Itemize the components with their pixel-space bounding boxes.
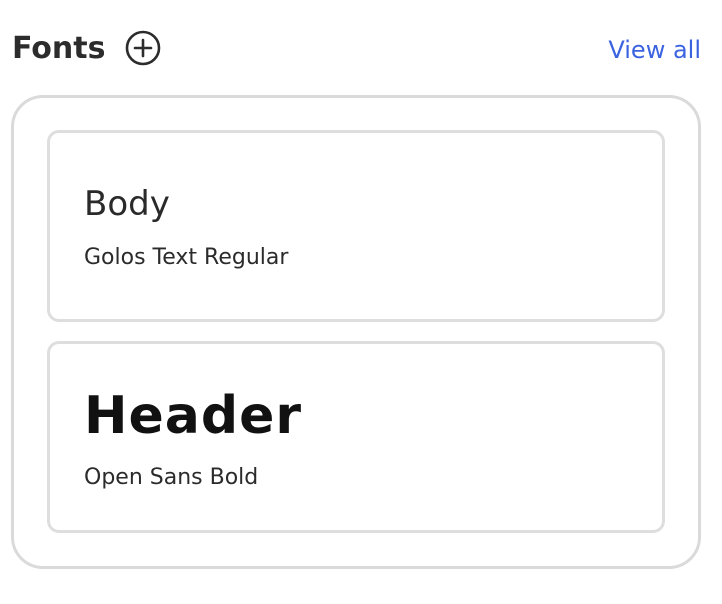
font-card-header[interactable]: Header Open Sans Bold	[47, 341, 665, 533]
fonts-section-title: Fonts	[12, 31, 106, 66]
font-family-name: Golos Text Regular	[84, 245, 289, 270]
font-role-label: Header	[84, 386, 303, 446]
font-role-label: Body	[84, 184, 170, 224]
view-all-link[interactable]: View all	[608, 34, 701, 66]
font-card-body[interactable]: Body Golos Text Regular	[47, 130, 665, 322]
font-family-name: Open Sans Bold	[84, 465, 259, 490]
plus-circle-icon[interactable]	[125, 30, 161, 66]
